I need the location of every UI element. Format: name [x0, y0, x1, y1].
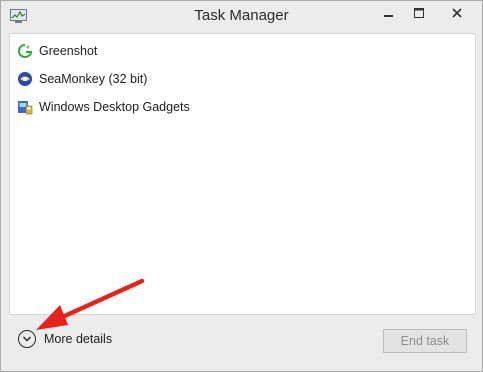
minimize-button[interactable] — [374, 1, 404, 25]
more-details-button[interactable]: More details — [18, 330, 112, 348]
list-item-windows-desktop-gadgets[interactable]: Windows Desktop Gadgets — [10, 93, 475, 121]
gadgets-icon — [17, 99, 33, 115]
seamonkey-icon — [17, 71, 33, 87]
list-item-greenshot[interactable]: Greenshot — [10, 37, 475, 65]
footer-bar: More details End task — [9, 316, 476, 366]
minimize-icon — [384, 15, 393, 17]
process-list-panel: Greenshot SeaMonkey (32 bit) Windows Des… — [9, 33, 476, 315]
title-bar[interactable]: Task Manager — [1, 1, 482, 33]
more-details-label: More details — [44, 332, 113, 346]
close-icon — [452, 8, 462, 18]
list-item-seamonkey[interactable]: SeaMonkey (32 bit) — [10, 65, 475, 93]
end-task-button[interactable]: End task — [383, 329, 467, 353]
process-list: Greenshot SeaMonkey (32 bit) Windows Des… — [10, 37, 475, 121]
greenshot-icon — [17, 43, 33, 59]
process-name: Greenshot — [39, 44, 98, 58]
maximize-button[interactable] — [404, 1, 434, 25]
task-manager-window: Task Manager Greenshot SeaMonkey (32 bit… — [0, 0, 483, 372]
maximize-icon — [414, 8, 424, 18]
process-name: SeaMonkey (32 bit) — [39, 72, 148, 86]
close-button[interactable] — [434, 1, 480, 25]
chevron-down-icon — [18, 330, 36, 348]
process-name: Windows Desktop Gadgets — [39, 100, 190, 114]
